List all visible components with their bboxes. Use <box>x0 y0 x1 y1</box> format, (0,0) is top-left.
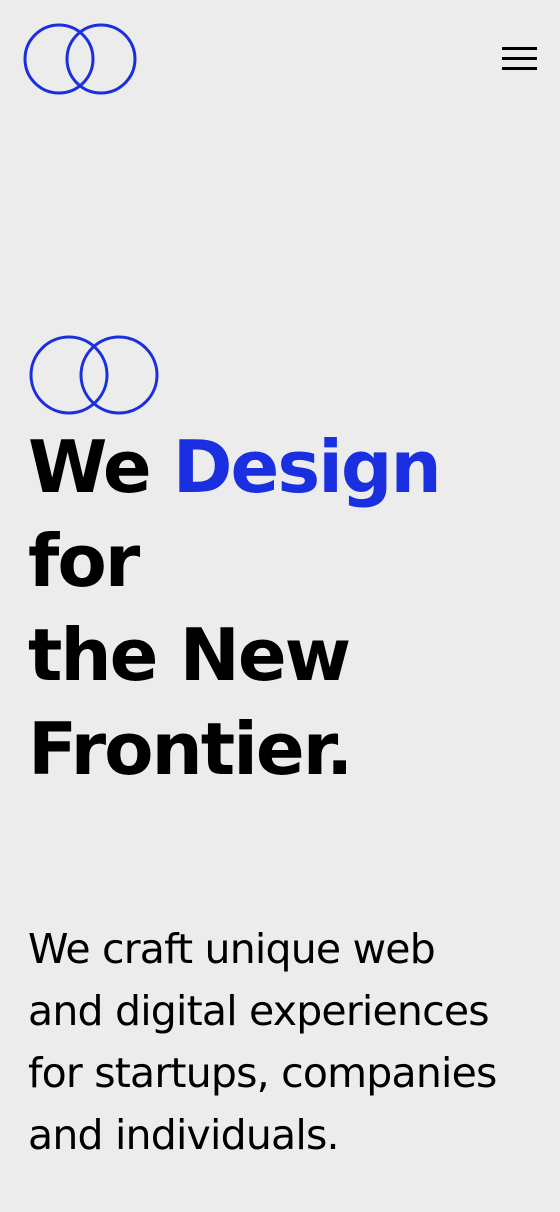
description-line-2: and digital experiences <box>28 987 490 1035</box>
headline-line-3: the New <box>28 613 351 697</box>
site-header <box>0 0 560 118</box>
headline-word-design: Design <box>172 425 442 509</box>
description-line-1: We craft unique web <box>28 925 436 973</box>
headline-line-2: for <box>28 519 140 603</box>
headline-line-1: We Design <box>28 420 548 514</box>
page: We Design for the New Frontier. We craft… <box>0 0 560 1212</box>
description-line-3: for startups, companies <box>28 1049 497 1097</box>
hero-headline: We Design for the New Frontier. <box>28 420 548 796</box>
interlocking-rings-mark-icon <box>29 335 159 415</box>
description-line-4: and individuals. <box>28 1111 340 1159</box>
headline-line-4: Frontier. <box>28 707 353 791</box>
headline-word-we: We <box>28 425 152 509</box>
hero-description: We craft unique web and digital experien… <box>28 918 548 1166</box>
interlocking-rings-logo-icon <box>23 23 137 95</box>
menu-button[interactable] <box>494 38 544 78</box>
